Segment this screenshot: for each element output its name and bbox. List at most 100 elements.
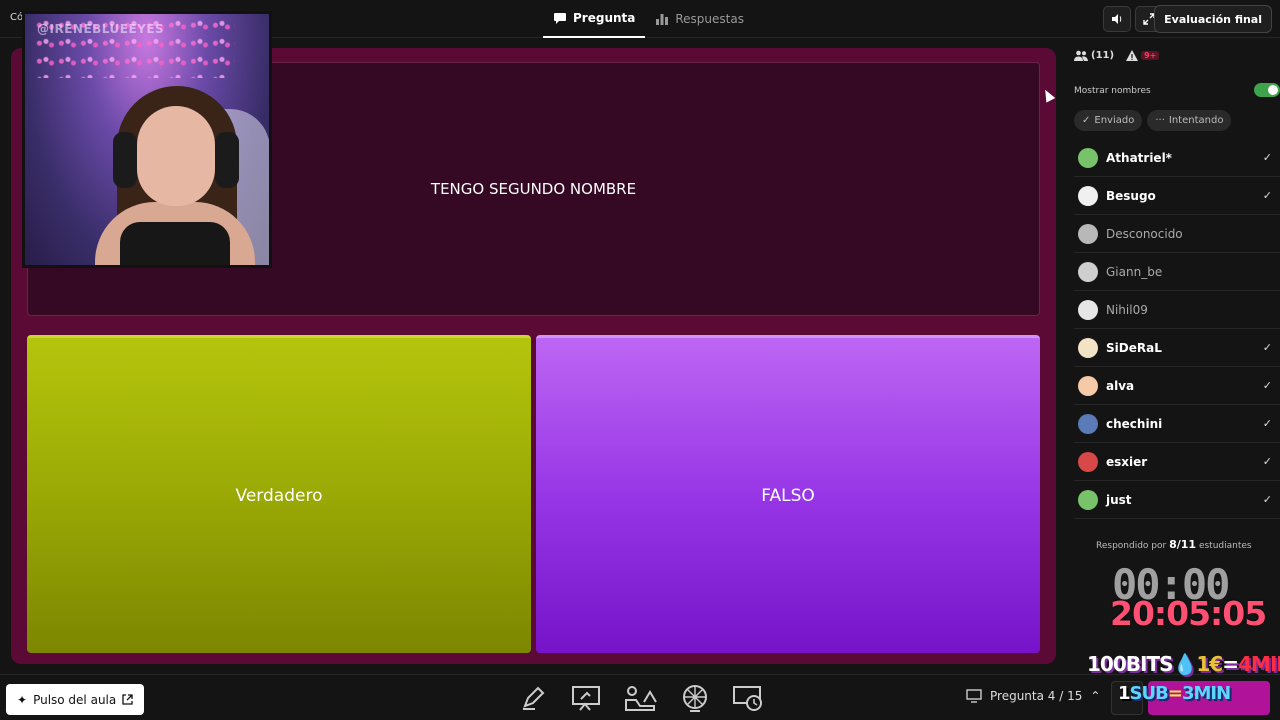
promo-euro: 1€	[1196, 652, 1223, 676]
timer-icon	[733, 686, 762, 711]
check-icon: ✓	[1262, 417, 1272, 430]
sub-promo-overlay: 1 SUB = 3MIN	[1118, 680, 1231, 706]
headphone-right	[215, 132, 239, 188]
check-icon: ✓	[1082, 115, 1091, 126]
avatar	[1078, 451, 1098, 472]
streamer-face	[137, 106, 215, 206]
answered-prefix: Respondido por	[1096, 541, 1167, 551]
student-row[interactable]: Desconocido	[1074, 215, 1280, 253]
check-icon: ✓	[1262, 151, 1272, 164]
tab-bar: Pregunta Respuestas	[543, 0, 754, 38]
final-evaluation-button[interactable]: Evaluación final	[1154, 5, 1272, 33]
tab-pregunta-label: Pregunta	[573, 11, 636, 25]
filter-sent[interactable]: ✓ Enviado	[1074, 110, 1143, 131]
avatar	[1078, 489, 1098, 510]
tool-bar	[515, 681, 767, 715]
student-name: Besugo	[1106, 188, 1156, 203]
pen-icon	[523, 686, 545, 710]
student-row[interactable]: Athatriel* ✓	[1074, 139, 1280, 177]
promo-minutes-unit: MIN	[1250, 652, 1280, 676]
student-row[interactable]: Nihil09	[1074, 291, 1280, 329]
student-name: Nihil09	[1106, 302, 1148, 317]
webcam-handle-text: @IRENEBLUEEYES	[37, 22, 165, 36]
student-name: chechini	[1106, 416, 1163, 431]
student-row[interactable]: just ✓	[1074, 481, 1280, 519]
filter-chips: ✓ Enviado ··· Intentando	[1074, 110, 1232, 131]
answer-label: FALSO	[761, 485, 815, 506]
show-names-toggle[interactable]	[1254, 83, 1280, 97]
timer-tool[interactable]	[731, 681, 767, 715]
shapes-tool[interactable]	[623, 681, 659, 715]
alerts-count[interactable]: 9+	[1126, 50, 1160, 61]
warning-icon	[1126, 50, 1139, 61]
pen-tool[interactable]	[515, 681, 551, 715]
student-row[interactable]: chechini ✓	[1074, 405, 1280, 443]
filter-trying-label: Intentando	[1168, 115, 1224, 126]
promo-equals: =	[1222, 652, 1239, 676]
check-icon: ✓	[1262, 341, 1272, 354]
volume-icon	[1112, 14, 1122, 24]
shapes-icon	[625, 686, 657, 711]
avatar	[1078, 375, 1098, 396]
student-name: just	[1106, 492, 1132, 507]
check-icon: ✓	[1262, 189, 1272, 202]
student-name: alva	[1106, 378, 1135, 393]
streamer-top	[120, 222, 230, 265]
avatar	[1078, 337, 1098, 358]
question-text: TENGO SEGUNDO NOMBRE	[430, 180, 637, 198]
avatar	[1078, 413, 1098, 434]
sound-button[interactable]	[1103, 6, 1131, 32]
filter-trying[interactable]: ··· Intentando	[1147, 110, 1232, 131]
tab-respuestas[interactable]: Respuestas	[645, 0, 754, 38]
slides-icon	[966, 689, 982, 703]
student-name: SiDeRaL	[1106, 340, 1162, 355]
classroom-pulse-button[interactable]: ✦ Pulso del aula	[6, 684, 145, 715]
stream-clock: 20:05:05	[1110, 594, 1267, 633]
promo-sub-word: SUB	[1129, 682, 1169, 704]
classroom-pulse-label: Pulso del aula	[33, 692, 117, 707]
bottom-bar: ✦ Pulso del aula Pregunta 4 / 15 ⌃	[0, 674, 1280, 720]
check-icon: ✓	[1262, 379, 1272, 392]
wheel-icon	[683, 685, 707, 712]
answer-option-false[interactable]: FALSO	[536, 335, 1040, 653]
chevron-up-icon: ⌃	[1090, 689, 1101, 703]
student-row[interactable]: esxier ✓	[1074, 443, 1280, 481]
alerts-badge: 9+	[1141, 51, 1160, 60]
student-name: Desconocido	[1106, 226, 1183, 241]
avatar	[1078, 185, 1098, 206]
student-row[interactable]: SiDeRaL ✓	[1074, 329, 1280, 367]
promo-sub-count: 1	[1118, 682, 1130, 704]
whiteboard-tool[interactable]	[569, 681, 605, 715]
users-icon	[1074, 50, 1088, 61]
answered-count: 8/11	[1169, 538, 1197, 551]
check-icon: ✓	[1262, 493, 1272, 506]
student-row[interactable]: Giann_be	[1074, 253, 1280, 291]
app-root: Có Pregunta Respuestas Evaluación final …	[0, 0, 1280, 720]
promo-bits-amount: 100	[1087, 652, 1127, 676]
bits-promo-overlay: 100BITS💧1€=4MIN	[1087, 652, 1280, 676]
promo-sub-equals: =	[1167, 682, 1183, 704]
external-link-icon	[122, 694, 133, 705]
student-row[interactable]: alva ✓	[1074, 367, 1280, 405]
tab-respuestas-label: Respuestas	[675, 12, 744, 26]
bar-chart-icon	[656, 14, 669, 25]
answer-option-true[interactable]: Verdadero	[27, 335, 531, 653]
student-row[interactable]: Besugo ✓	[1074, 177, 1280, 215]
tab-pregunta[interactable]: Pregunta	[543, 0, 646, 38]
webcam-overlay: @IRENEBLUEEYES	[22, 11, 272, 268]
students-panel: (11) 9+ Mostrar nombres ✓ Enviado ··· In…	[1066, 38, 1280, 674]
droplet-icon: 💧	[1172, 652, 1197, 676]
student-list: Athatriel* ✓ Besugo ✓ Desconocido Giann_be Nih…	[1074, 139, 1280, 519]
headphone-left	[113, 132, 137, 188]
filter-sent-label: Enviado	[1094, 115, 1135, 126]
promo-sub-minutes: 3MIN	[1181, 682, 1231, 704]
participants-count[interactable]: (11)	[1074, 50, 1114, 61]
promo-minutes-value: 4	[1238, 652, 1252, 676]
question-navigator[interactable]: Pregunta 4 / 15 ⌃	[966, 689, 1100, 703]
avatar	[1078, 223, 1098, 244]
student-name: Athatriel*	[1106, 150, 1172, 165]
answered-summary: Respondido por 8/11 estudiantes	[1096, 538, 1252, 551]
sparkle-icon: ✦	[17, 692, 28, 707]
spinner-tool[interactable]	[677, 681, 713, 715]
panel-counters: (11) 9+	[1074, 50, 1160, 61]
